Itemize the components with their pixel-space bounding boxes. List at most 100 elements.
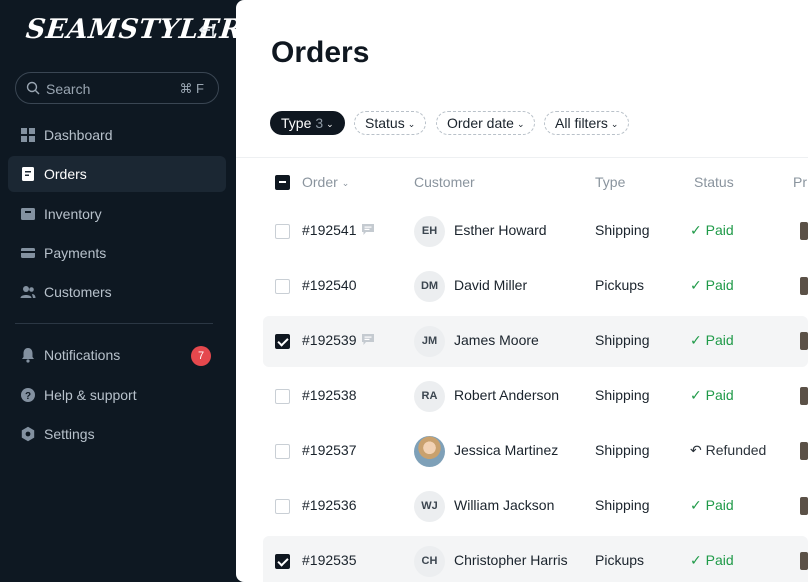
help-icon: ?	[21, 388, 35, 402]
row-checkbox[interactable]	[275, 444, 290, 459]
order-id[interactable]: #192540	[302, 277, 357, 293]
notification-count-badge: 7	[191, 346, 211, 366]
chevron-down-icon: ⌄	[407, 119, 416, 129]
status-badge: ✓ Paid	[690, 552, 734, 569]
filter-status-chip[interactable]: Status ⌄	[354, 111, 427, 135]
status-badge: ↶ Refunded	[690, 442, 766, 459]
customer-name: James Moore	[454, 332, 539, 348]
product-thumbnail	[800, 222, 808, 240]
search-placeholder: Search	[46, 81, 91, 97]
table-row[interactable]: #192536 WJ William Jackson Shipping ✓ Paid	[263, 481, 808, 532]
row-checkbox[interactable]	[275, 224, 290, 239]
table-row[interactable]: #192541 EH Esther Howard Shipping ✓ Paid	[263, 206, 808, 257]
product-thumbnail	[800, 387, 808, 405]
product-thumbnail	[800, 552, 808, 570]
status-label: Paid	[705, 387, 734, 403]
customer-name: Christopher Harris	[454, 552, 568, 568]
search-shortcut: ⌘ F	[179, 81, 204, 96]
comment-icon	[362, 224, 374, 235]
sidebar-item-dashboard[interactable]: Dashboard	[8, 117, 226, 153]
status-label: Paid	[705, 332, 734, 348]
order-id[interactable]: #192535	[302, 552, 357, 568]
filter-type-chip[interactable]: Type 3 ⌄	[270, 111, 345, 135]
sidebar-item-label: Settings	[44, 426, 95, 442]
sidebar-item-customers[interactable]: Customers	[8, 274, 226, 310]
sidebar-item-payments[interactable]: Payments	[8, 235, 226, 271]
filter-all-chip[interactable]: All filters ⌄	[544, 111, 630, 135]
column-header-customer: Customer	[414, 174, 475, 190]
table-row[interactable]: #192538 RA Robert Anderson Shipping ✓ Paid	[263, 371, 808, 422]
status-badge: ✓ Paid	[690, 332, 734, 349]
status-badge: ✓ Paid	[690, 222, 734, 239]
order-id[interactable]: #192537	[302, 442, 357, 458]
avatar: JM	[414, 326, 445, 357]
search-icon	[26, 81, 40, 95]
receipt-icon	[22, 167, 34, 181]
column-header-order[interactable]: Order ⌄	[302, 174, 349, 190]
avatar: CH	[414, 546, 445, 577]
filter-type-count: 3	[315, 115, 324, 131]
customer-name: Jessica Martinez	[454, 442, 559, 458]
order-type: Pickups	[595, 552, 645, 568]
search-input[interactable]: Search ⌘ F	[15, 72, 219, 104]
order-type: Shipping	[595, 222, 650, 238]
check-icon: ✓	[690, 277, 702, 293]
check-icon: ✓	[690, 387, 702, 403]
sidebar-item-label: Notifications	[44, 347, 121, 363]
order-id[interactable]: #192536	[302, 497, 357, 513]
row-checkbox[interactable]	[275, 334, 290, 349]
sidebar-item-label: Help & support	[44, 387, 137, 403]
card-icon	[21, 248, 35, 258]
order-id[interactable]: #192541	[302, 222, 357, 238]
status-label: Refunded	[705, 442, 767, 458]
sidebar-item-inventory[interactable]: Inventory	[8, 196, 226, 232]
chevron-down-icon: ⌄	[326, 119, 334, 129]
column-header-extra: Pr	[793, 174, 807, 190]
status-badge: ✓ Paid	[690, 387, 734, 404]
table-row[interactable]: #192540 DM David Miller Pickups ✓ Paid	[263, 261, 808, 312]
customer-name: Robert Anderson	[454, 387, 560, 403]
order-type: Shipping	[595, 332, 650, 348]
gear-icon	[21, 426, 35, 442]
order-type: Shipping	[595, 442, 650, 458]
select-all-checkbox[interactable]	[275, 175, 290, 190]
filter-order-date-chip[interactable]: Order date ⌄	[436, 111, 536, 135]
sidebar-item-orders[interactable]: Orders	[8, 156, 226, 192]
avatar: RA	[414, 381, 445, 412]
users-icon	[20, 286, 36, 298]
table-row[interactable]: #192537 Jessica Martinez Shipping ↶ Refunde…	[263, 426, 808, 477]
sidebar: SEAMSTYLERS Search ⌘ F Dashboard Orders …	[0, 0, 264, 582]
row-checkbox[interactable]	[275, 499, 290, 514]
column-header-order-label: Order	[302, 174, 338, 190]
box-icon	[21, 208, 35, 220]
row-checkbox[interactable]	[275, 279, 290, 294]
avatar: EH	[414, 216, 445, 247]
grid-icon	[21, 128, 35, 142]
order-id[interactable]: #192538	[302, 387, 357, 403]
filter-order-date-label: Order date	[447, 115, 514, 131]
bell-icon	[22, 348, 34, 363]
sidebar-item-notifications[interactable]: Notifications 7	[8, 337, 226, 373]
order-id[interactable]: #192539	[302, 332, 357, 348]
brand-logo: SEAMSTYLERS	[24, 14, 265, 45]
table-row[interactable]: #192539 JM James Moore Shipping ✓ Paid	[263, 316, 808, 367]
collapse-sidebar-icon[interactable]	[198, 21, 218, 39]
header-divider	[236, 157, 808, 158]
sidebar-item-label: Customers	[44, 284, 112, 300]
order-type: Shipping	[595, 497, 650, 513]
row-checkbox[interactable]	[275, 554, 290, 569]
avatar: DM	[414, 271, 445, 302]
check-icon: ✓	[690, 222, 702, 238]
product-thumbnail	[800, 277, 808, 295]
avatar: WJ	[414, 491, 445, 522]
status-label: Paid	[705, 497, 734, 513]
sidebar-item-help[interactable]: ? Help & support	[8, 377, 226, 413]
chevron-down-icon: ⌄	[516, 119, 525, 129]
status-label: Paid	[705, 222, 734, 238]
status-badge: ✓ Paid	[690, 277, 734, 294]
column-header-type: Type	[595, 174, 626, 190]
sidebar-item-settings[interactable]: Settings	[8, 416, 226, 452]
status-badge: ✓ Paid	[690, 497, 734, 514]
row-checkbox[interactable]	[275, 389, 290, 404]
table-row[interactable]: #192535 CH Christopher Harris Pickups ✓ Paid	[263, 536, 808, 582]
